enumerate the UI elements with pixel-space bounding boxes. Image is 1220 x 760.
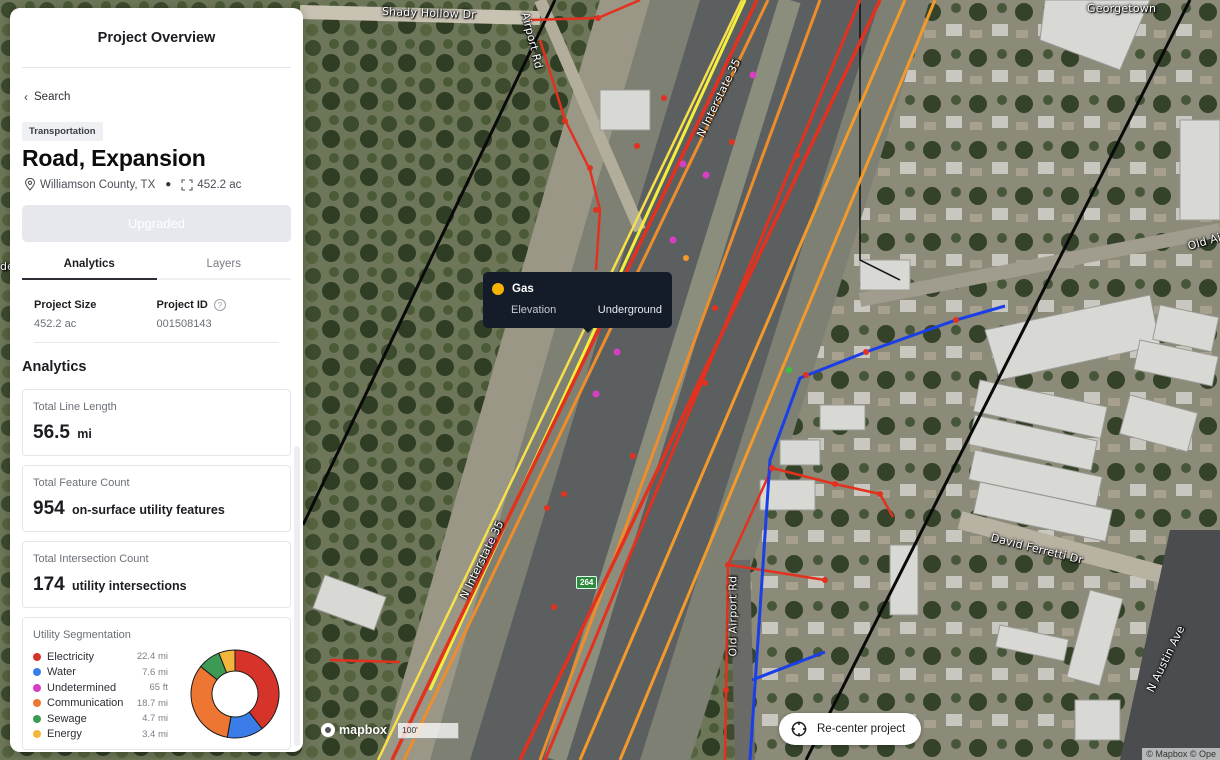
- legend-item-undetermined: Undetermined 65 ft: [33, 680, 168, 696]
- area-bounds-icon: [181, 178, 193, 191]
- legend-name: Undetermined: [47, 681, 117, 694]
- back-label: Search: [34, 91, 71, 103]
- panel-title: Project Overview: [22, 8, 291, 68]
- legend-name: Sewage: [47, 712, 87, 725]
- card-label: Total Line Length: [33, 401, 117, 413]
- project-overview-panel: Project Overview ‹ Search Transportation…: [10, 8, 303, 752]
- map-attribution[interactable]: © Mapbox © Ope: [1142, 748, 1220, 760]
- legend-item-water: Water 7.6 mi: [33, 665, 168, 681]
- tab-analytics[interactable]: Analytics: [22, 250, 157, 280]
- project-location: Williamson County, TX: [40, 178, 156, 191]
- segmentation-legend: Electricity 22.4 mi Water 7.6 mi Undetermine…: [33, 649, 168, 742]
- location-pin-icon: [24, 178, 36, 191]
- category-badge: Transportation: [22, 122, 103, 141]
- mapbox-logo-icon: [321, 723, 335, 737]
- communication-line[interactable]: [578, 0, 907, 760]
- legend-color-dot-icon: [33, 714, 41, 723]
- recenter-label: Re-center project: [817, 723, 906, 735]
- legend-color-dot-icon: [33, 652, 41, 661]
- upgraded-button[interactable]: Upgraded: [22, 205, 291, 242]
- tooltip-value: Underground: [597, 304, 662, 316]
- legend-color-dot-icon: [33, 668, 41, 677]
- legend-value: 4.7 mi: [142, 713, 168, 725]
- legend-item-communication: Communication 18.7 mi: [33, 696, 168, 712]
- legend-name: Communication: [47, 697, 124, 710]
- card-value: 954: [33, 498, 65, 519]
- place-label-georgetown: Georgetown: [1087, 2, 1157, 15]
- legend-value: 18.7 mi: [136, 697, 168, 709]
- legend-name: Water: [47, 666, 76, 679]
- card-label: Total Feature Count: [33, 477, 130, 489]
- intersection-count-card: Total Intersection Count 174 utility int…: [22, 541, 291, 608]
- utility-nodes[interactable]: [487, 15, 960, 693]
- legend-item-energy: Energy 3.4 mi: [33, 727, 168, 743]
- legend-value: 3.4 mi: [142, 728, 168, 740]
- feature-count-card: Total Feature Count 954 on-surface utili…: [22, 465, 291, 532]
- tooltip-label: Elevation: [511, 304, 557, 316]
- legend-value: 22.4 mi: [136, 651, 168, 663]
- panel-scrollbar[interactable]: [294, 446, 300, 746]
- crosshair-icon: [791, 721, 807, 737]
- tooltip-title: Gas: [512, 283, 534, 295]
- water-line[interactable]: [748, 304, 1006, 760]
- map-scale-bar: 100': [397, 723, 459, 739]
- recenter-project-button[interactable]: Re-center project: [779, 713, 921, 745]
- card-unit: utility intersections: [71, 579, 187, 593]
- panel-tabs: Analytics Layers: [22, 250, 291, 280]
- tab-layers[interactable]: Layers: [157, 250, 292, 280]
- line-length-card: Total Line Length 56.5 mi: [22, 389, 291, 456]
- card-value: 56.5: [33, 422, 70, 443]
- panel-scroll-area: Project Size 452.2 ac Project ID ? 00150…: [10, 286, 303, 752]
- legend-value: 65 ft: [149, 682, 169, 694]
- segmentation-donut-chart: [190, 649, 280, 739]
- project-boundary-line: [301, 0, 557, 526]
- card-label: Total Intersection Count: [33, 553, 149, 565]
- chevron-left-icon: ‹: [24, 90, 28, 104]
- utility-segmentation-card: Utility Segmentation Electricity 22.4 mi W…: [22, 617, 291, 750]
- legend-name: Electricity: [47, 650, 95, 663]
- project-size-label: Project Size: [34, 299, 97, 311]
- gas-line[interactable]: [376, 0, 744, 760]
- card-label: Utility Segmentation: [33, 629, 131, 641]
- project-size-value: 452.2 ac: [34, 318, 77, 330]
- street-label-old-airport-rd: Old Airport Rd: [726, 575, 740, 657]
- legend-name: Energy: [47, 728, 82, 741]
- donut-slice-communication: [190, 665, 232, 738]
- mapbox-logo-text: mapbox: [339, 723, 387, 737]
- legend-item-sewage: Sewage 4.7 mi: [33, 711, 168, 727]
- legend-color-dot-icon: [33, 699, 41, 708]
- separator-dot: ●: [165, 179, 172, 190]
- back-to-search-link[interactable]: ‹ Search: [24, 90, 303, 104]
- project-boundary-line: [804, 0, 1192, 760]
- project-meta: Williamson County, TX ● 452.2 ac: [24, 178, 303, 191]
- project-area: 452.2 ac: [197, 178, 242, 191]
- legend-item-electricity: Electricity 22.4 mi: [33, 649, 168, 665]
- legend-color-dot-icon: [33, 730, 41, 739]
- gas-color-dot-icon: [492, 283, 504, 295]
- project-info: Project Size 452.2 ac Project ID ? 00150…: [34, 286, 279, 343]
- highway-shield: 264: [576, 576, 598, 589]
- project-title: Road, Expansion: [22, 145, 206, 171]
- card-value: 174: [33, 574, 65, 595]
- card-unit: mi: [77, 427, 92, 441]
- legend-value: 7.6 mi: [142, 666, 168, 678]
- project-id-value: 001508143: [156, 318, 212, 330]
- help-icon[interactable]: ?: [213, 299, 226, 311]
- mapbox-logo: mapbox: [321, 723, 387, 737]
- feature-tooltip: Gas Elevation Underground: [483, 272, 672, 333]
- project-id-label: Project ID: [156, 299, 208, 311]
- analytics-section-title: Analytics: [22, 359, 87, 375]
- legend-color-dot-icon: [33, 683, 41, 692]
- card-unit: on-surface utility features: [71, 503, 225, 517]
